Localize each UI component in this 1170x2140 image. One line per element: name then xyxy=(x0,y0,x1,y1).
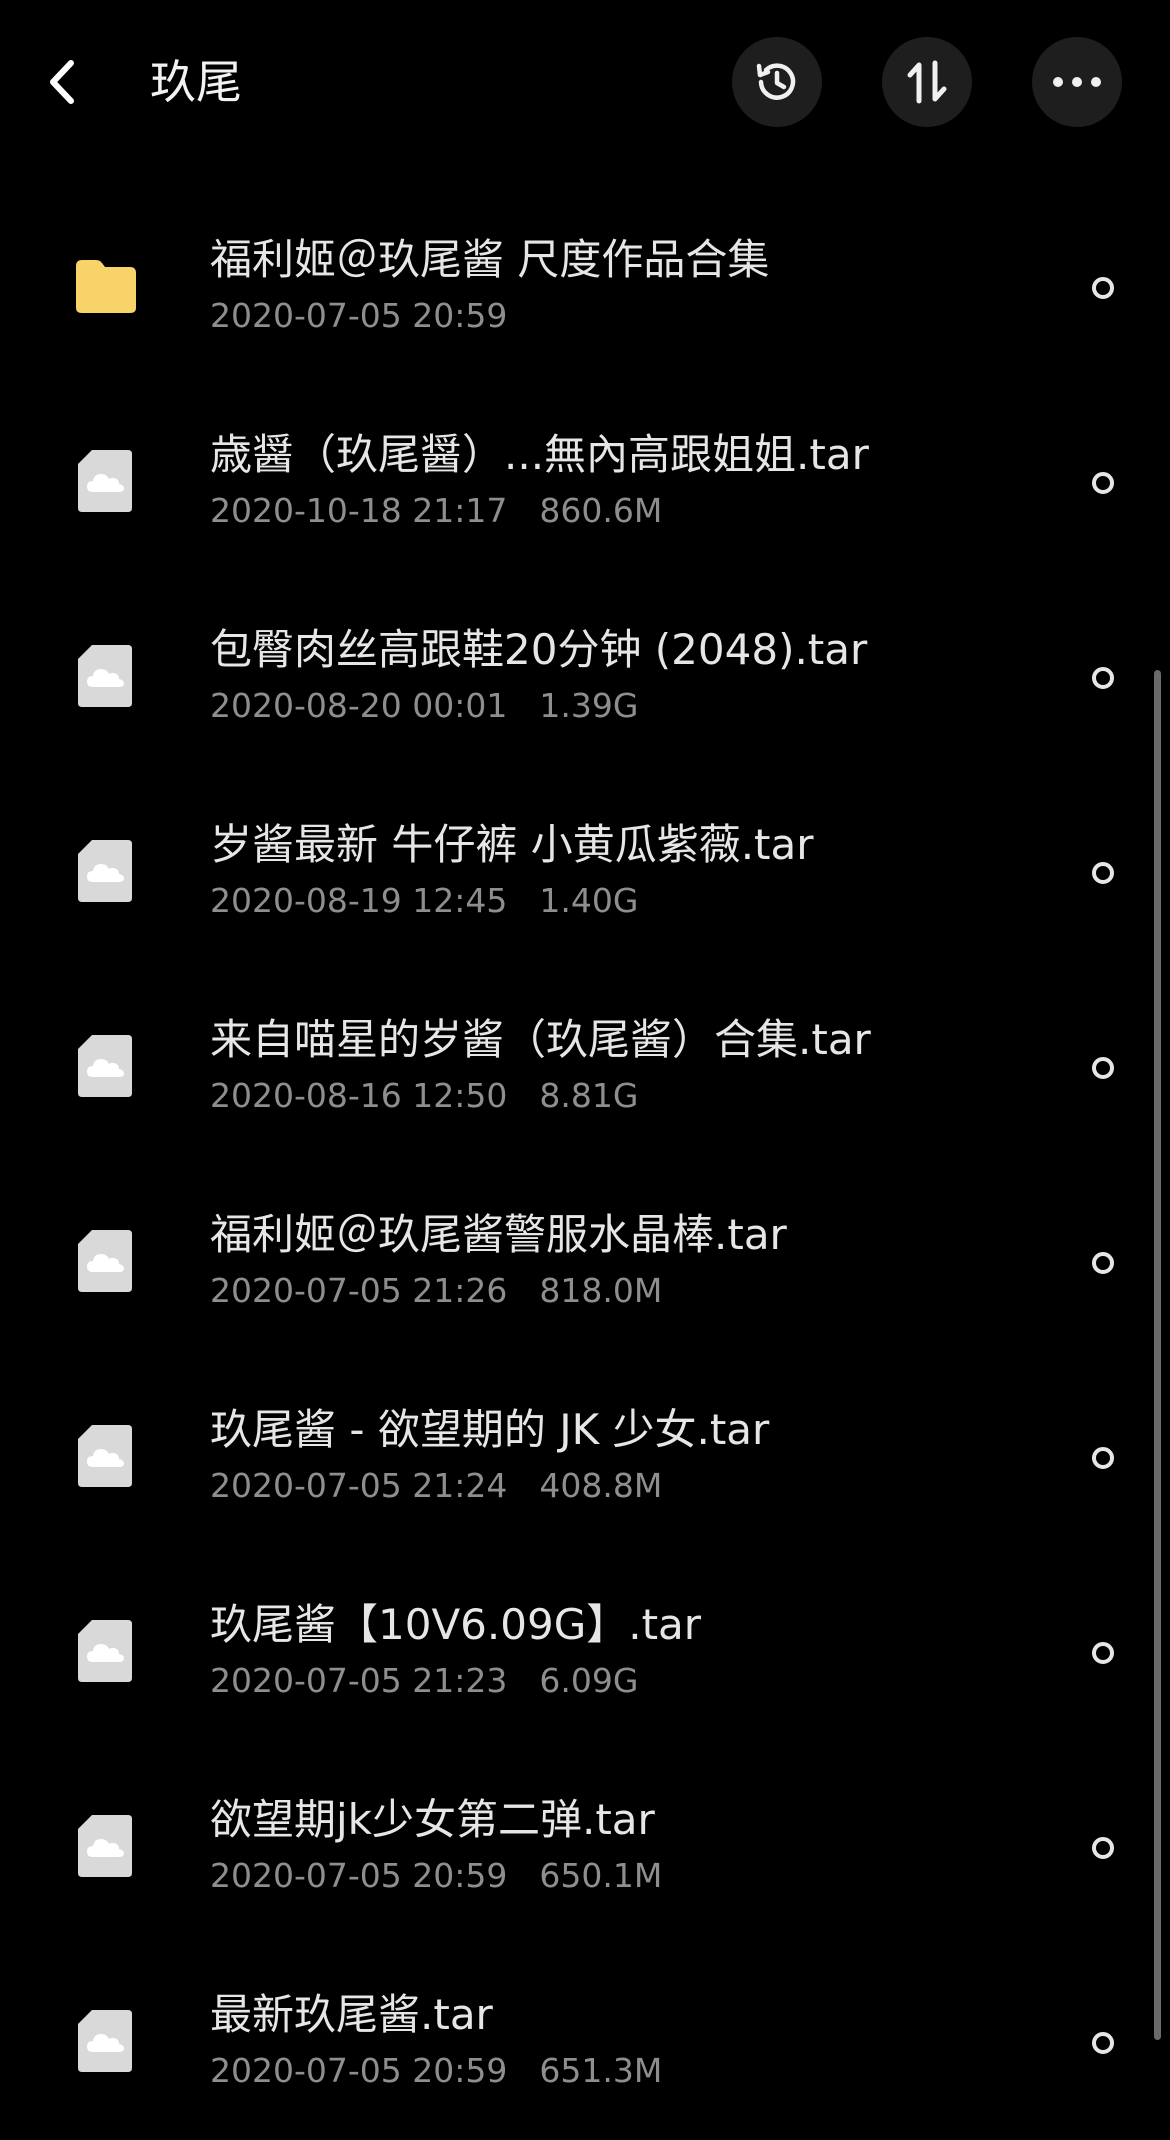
file-meta: 2020-08-20 00:01 1.39G xyxy=(210,684,638,728)
list-item-file[interactable]: 歳醤（玖尾醤）...無內高跟姐姐.tar 2020-10-18 21:17 860… xyxy=(0,385,1170,580)
more-dots-icon xyxy=(1053,77,1101,87)
page-title: 玖尾 xyxy=(150,55,242,109)
file-meta: 2020-10-18 21:17 860.6M xyxy=(210,489,662,533)
file-name: 福利姬＠玖尾酱 尺度作品合集 xyxy=(210,235,770,284)
file-name: 欲望期jk少女第二弹.tar xyxy=(210,1795,655,1844)
file-name: 包臀肉丝高跟鞋20分钟 (2048).tar xyxy=(210,625,868,674)
select-radio[interactable] xyxy=(1092,1837,1114,1859)
cloud-file-icon xyxy=(78,1230,132,1292)
file-name: 最新玖尾酱.tar xyxy=(210,1990,493,2039)
back-button[interactable] xyxy=(30,42,94,122)
file-date: 2020-07-05 20:59 xyxy=(210,2051,508,2090)
file-name: 玖尾酱【10V6.09G】.tar xyxy=(210,1600,702,1649)
list-item-file[interactable]: 来自喵星的岁酱（玖尾酱）合集.tar 2020-08-16 12:50 8.81G xyxy=(0,970,1170,1165)
file-date: 2020-10-18 21:17 xyxy=(210,491,508,530)
sort-arrows-icon xyxy=(907,60,947,104)
file-date: 2020-07-05 21:23 xyxy=(210,1661,508,1700)
file-date: 2020-07-05 21:24 xyxy=(210,1466,508,1505)
file-size: 650.1M xyxy=(539,1856,663,1895)
file-name: 来自喵星的岁酱（玖尾酱）合集.tar xyxy=(210,1015,871,1064)
file-meta: 2020-08-16 12:50 8.81G xyxy=(210,1074,638,1118)
select-radio[interactable] xyxy=(1092,1057,1114,1079)
file-size: 818.0M xyxy=(539,1271,663,1310)
folder-icon xyxy=(76,260,136,313)
cloud-file-icon xyxy=(78,1620,132,1682)
list-item-file[interactable]: 包臀肉丝高跟鞋20分钟 (2048).tar 2020-08-20 00:01 1… xyxy=(0,580,1170,775)
list-item-folder[interactable]: 福利姬＠玖尾酱 尺度作品合集 2020-07-05 20:59 xyxy=(0,190,1170,385)
file-date: 2020-07-05 21:26 xyxy=(210,1271,508,1310)
cloud-file-icon xyxy=(78,450,132,512)
file-date: 2020-07-05 20:59 xyxy=(210,296,508,335)
file-name: 歳醤（玖尾醤）...無內高跟姐姐.tar xyxy=(210,430,869,479)
list-item-file[interactable]: 最新玖尾酱.tar 2020-07-05 20:59 651.3M xyxy=(0,1945,1170,2140)
history-button[interactable] xyxy=(732,37,822,127)
file-size: 1.39G xyxy=(539,686,639,725)
select-radio[interactable] xyxy=(1092,1447,1114,1469)
cloud-file-icon xyxy=(78,1035,132,1097)
select-radio[interactable] xyxy=(1092,277,1114,299)
file-name: 岁酱最新 牛仔裤 小黄瓜紫薇.tar xyxy=(210,820,814,869)
file-meta: 2020-07-05 21:23 6.09G xyxy=(210,1659,638,1703)
file-meta: 2020-07-05 21:26 818.0M xyxy=(210,1269,662,1313)
cloud-file-icon xyxy=(78,1425,132,1487)
file-meta: 2020-08-19 12:45 1.40G xyxy=(210,879,638,923)
select-radio[interactable] xyxy=(1092,1252,1114,1274)
file-date: 2020-08-19 12:45 xyxy=(210,881,508,920)
select-radio[interactable] xyxy=(1092,2032,1114,2054)
file-date: 2020-07-05 20:59 xyxy=(210,1856,508,1895)
chevron-left-icon xyxy=(50,60,74,104)
sort-button[interactable] xyxy=(882,37,972,127)
file-name: 福利姬＠玖尾酱警服水晶棒.tar xyxy=(210,1210,787,1259)
select-radio[interactable] xyxy=(1092,1642,1114,1664)
file-size: 408.8M xyxy=(539,1466,663,1505)
file-meta: 2020-07-05 21:24 408.8M xyxy=(210,1464,662,1508)
file-size: 6.09G xyxy=(539,1661,639,1700)
history-clock-icon xyxy=(756,63,796,100)
scrollbar[interactable] xyxy=(1154,670,1161,2040)
more-button[interactable] xyxy=(1032,37,1122,127)
file-size: 651.3M xyxy=(539,2051,663,2090)
file-meta: 2020-07-05 20:59 651.3M xyxy=(210,2049,662,2093)
select-radio[interactable] xyxy=(1092,472,1114,494)
file-name: 玖尾酱 - 欲望期的 JK 少女.tar xyxy=(210,1405,770,1454)
list-item-file[interactable]: 福利姬＠玖尾酱警服水晶棒.tar 2020-07-05 21:26 818.0M xyxy=(0,1165,1170,1360)
file-meta: 2020-07-05 20:59 650.1M xyxy=(210,1854,662,1898)
file-date: 2020-08-20 00:01 xyxy=(210,686,508,725)
list-item-file[interactable]: 玖尾酱 - 欲望期的 JK 少女.tar 2020-07-05 21:24 408… xyxy=(0,1360,1170,1555)
file-meta: 2020-07-05 20:59 xyxy=(210,294,507,338)
cloud-file-icon xyxy=(78,840,132,902)
file-list: 福利姬＠玖尾酱 尺度作品合集 2020-07-05 20:59 歳醤（玖尾醤）.… xyxy=(0,190,1170,2140)
select-radio[interactable] xyxy=(1092,862,1114,884)
file-size: 860.6M xyxy=(539,491,663,530)
cloud-file-icon xyxy=(78,645,132,707)
file-size: 8.81G xyxy=(539,1076,639,1115)
cloud-file-icon xyxy=(78,1815,132,1877)
cloud-file-icon xyxy=(78,2010,132,2072)
top-bar: 玖尾 xyxy=(0,0,1170,165)
select-radio[interactable] xyxy=(1092,667,1114,689)
list-item-file[interactable]: 玖尾酱【10V6.09G】.tar 2020-07-05 21:23 6.09G xyxy=(0,1555,1170,1750)
file-size: 1.40G xyxy=(539,881,639,920)
list-item-file[interactable]: 岁酱最新 牛仔裤 小黄瓜紫薇.tar 2020-08-19 12:45 1.40G xyxy=(0,775,1170,970)
list-item-file[interactable]: 欲望期jk少女第二弹.tar 2020-07-05 20:59 650.1M xyxy=(0,1750,1170,1945)
file-date: 2020-08-16 12:50 xyxy=(210,1076,508,1115)
